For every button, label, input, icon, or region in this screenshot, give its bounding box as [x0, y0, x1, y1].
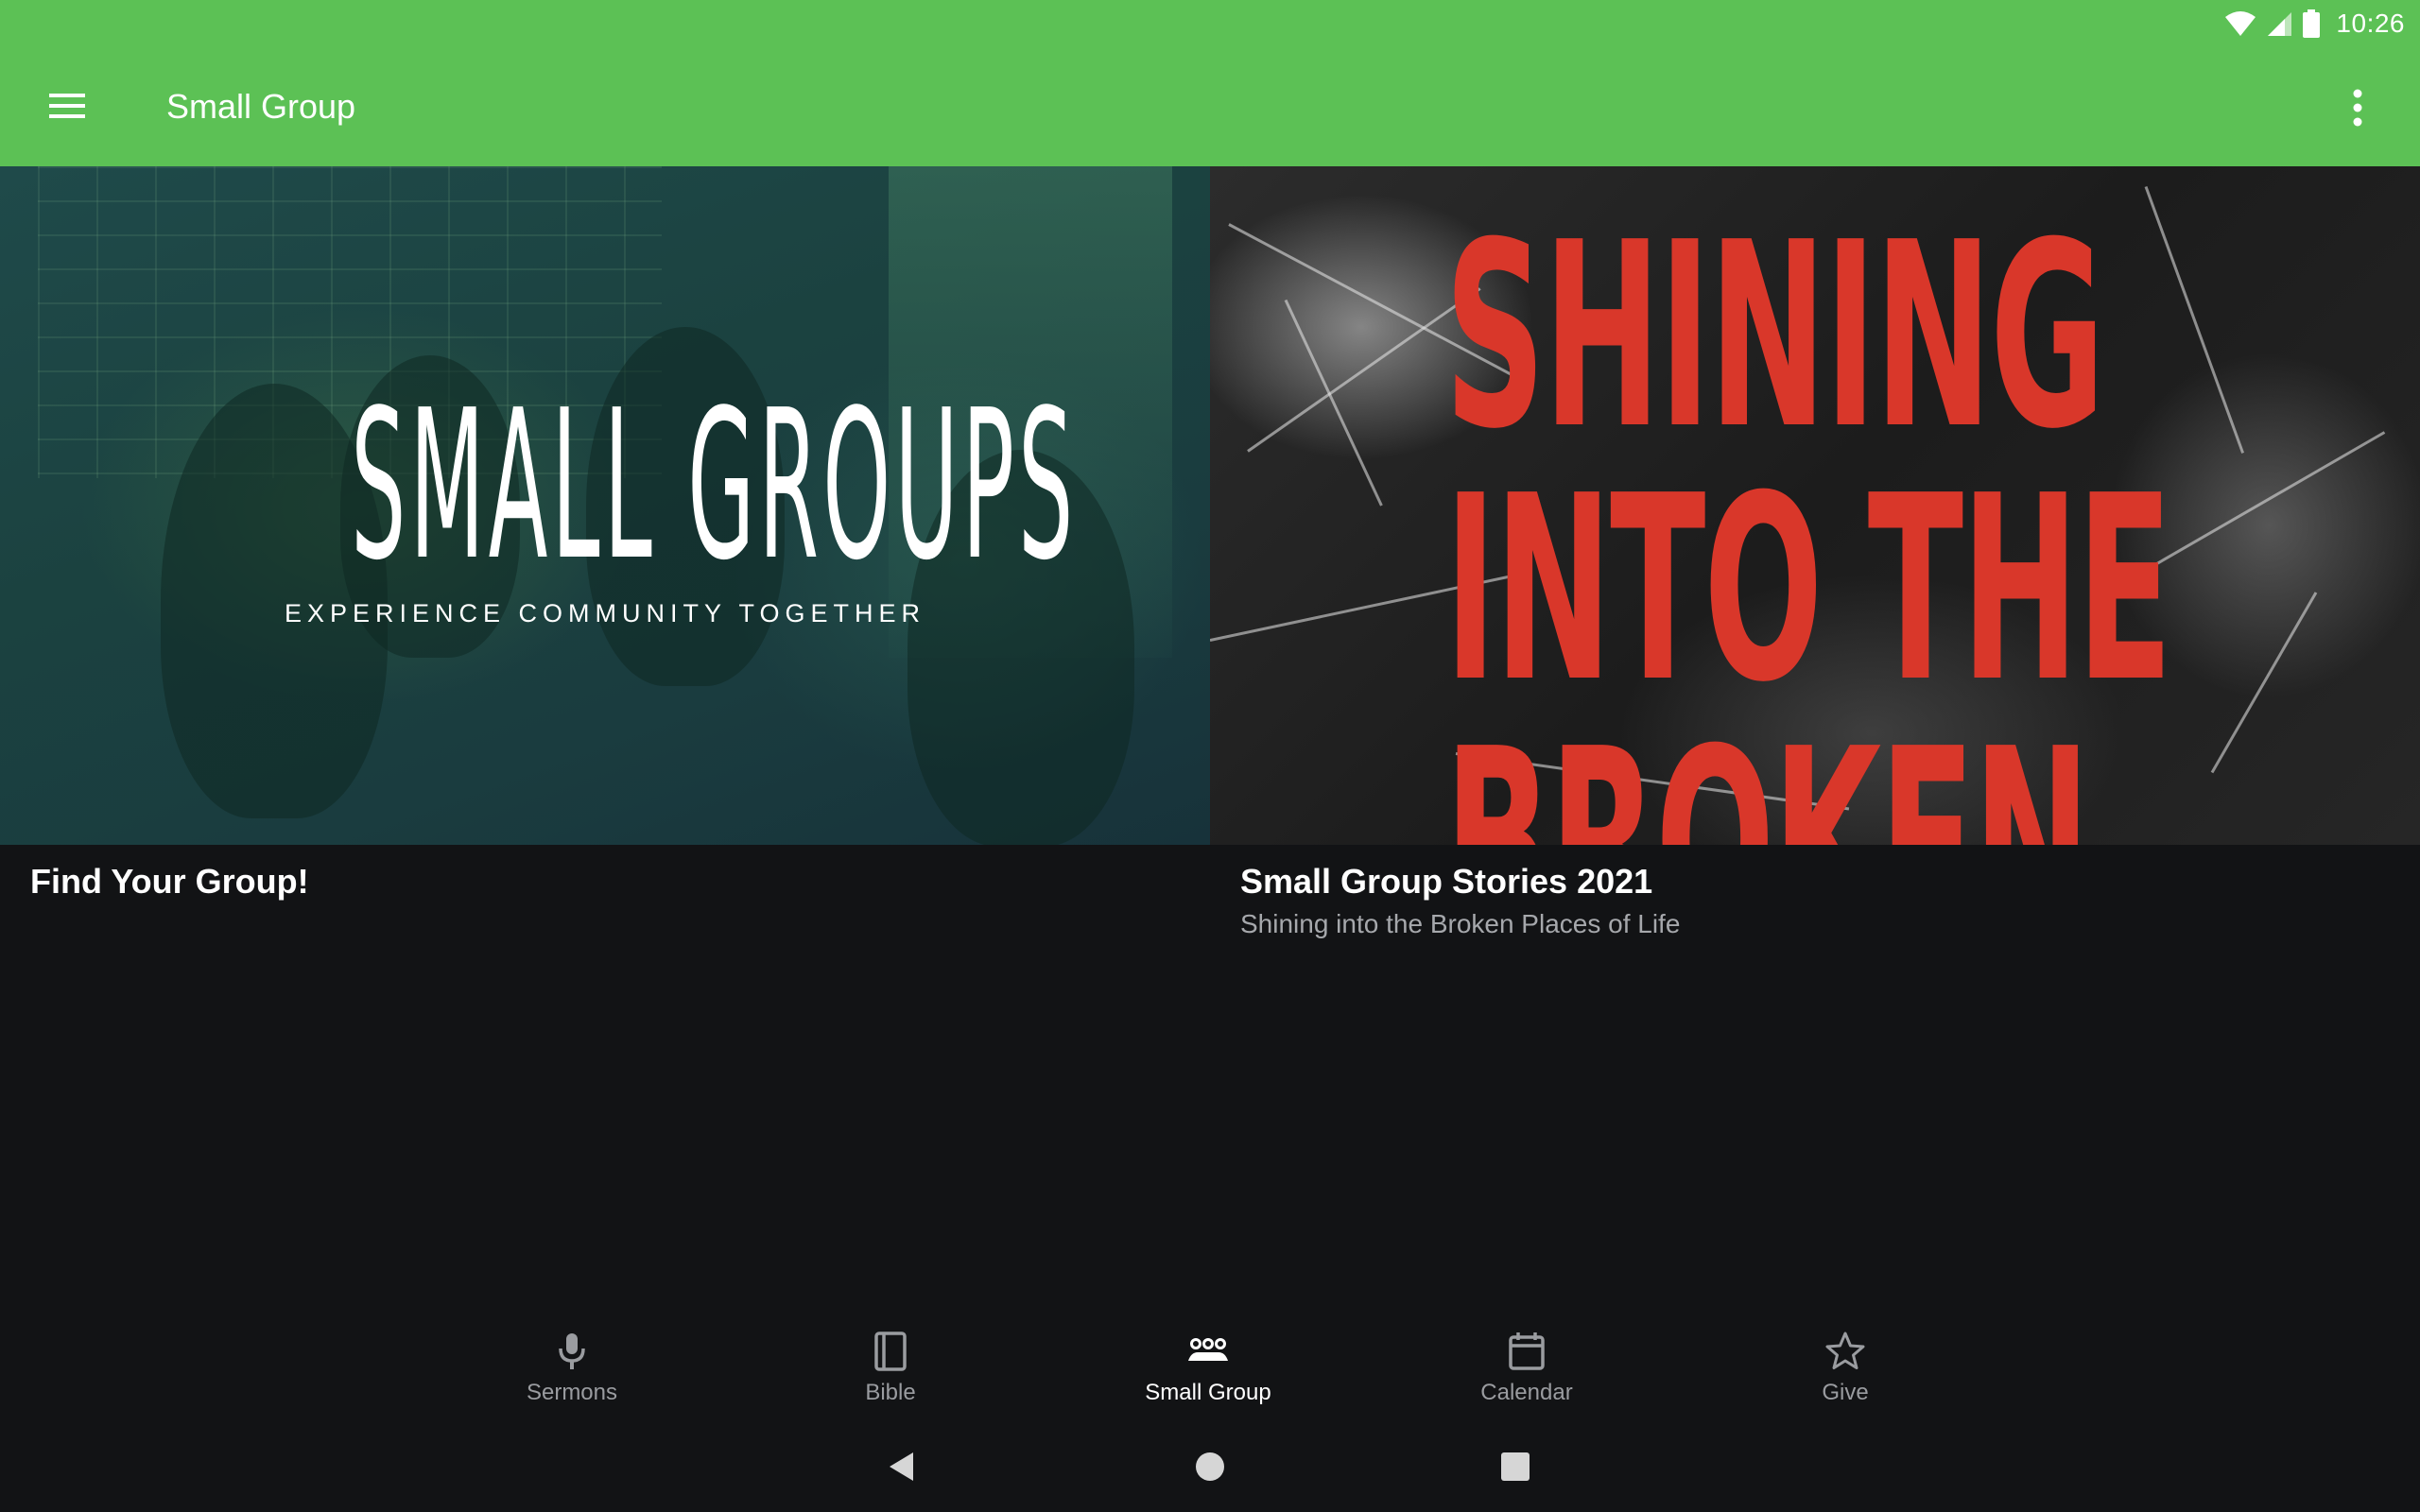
cell-signal-icon: [2268, 12, 2292, 36]
card-title: Small Group Stories 2021: [1240, 862, 1653, 901]
nav-label: Sermons: [526, 1380, 618, 1405]
small-groups-banner-image: SMALL GROUPS EXPERIENCE COMMUNITY TOGETH…: [0, 166, 1210, 845]
microphone-icon: [559, 1333, 585, 1369]
banner-headline-line: BROKEN: [1444, 694, 2091, 846]
banner-tagline: EXPERIENCE COMMUNITY TOGETHER: [284, 599, 926, 627]
nav-item-sermons[interactable]: Sermons: [477, 1308, 666, 1418]
book-icon: [874, 1332, 907, 1371]
app-bar: Small Group: [0, 47, 2420, 166]
recents-icon: [1501, 1452, 1530, 1481]
banner-headline: SHINING INTO THE BROKEN: [1444, 187, 2172, 846]
nav-item-bible[interactable]: Bible: [796, 1308, 985, 1418]
system-navigation-bar: [0, 1418, 2420, 1512]
hamburger-menu-icon: [49, 94, 85, 118]
card-subtitle: Shining into the Broken Places of Life: [1240, 909, 1681, 938]
glass-crack: [2210, 592, 2318, 774]
nav-item-give[interactable]: Give: [1751, 1308, 1940, 1418]
nav-label: Bible: [865, 1380, 916, 1405]
card-small-group-stories[interactable]: SHINING INTO THE BROKEN Small Group Stor…: [1210, 166, 2420, 938]
banner-headline-line: INTO THE: [1444, 440, 2172, 738]
page-title: Small Group: [166, 87, 356, 126]
nav-item-small-group[interactable]: Small Group: [1114, 1308, 1303, 1418]
wifi-icon: [2225, 11, 2256, 36]
banner-headline: SMALL GROUPS: [351, 367, 1078, 606]
nav-label: Give: [1822, 1380, 1869, 1405]
status-time: 10:26: [2336, 9, 2405, 38]
nav-label: Small Group: [1145, 1380, 1271, 1405]
recents-button[interactable]: [1489, 1440, 1542, 1493]
card-find-your-group[interactable]: SMALL GROUPS EXPERIENCE COMMUNITY TOGETH…: [0, 166, 1210, 901]
card-title: Find Your Group!: [30, 862, 309, 901]
star-icon: [1825, 1332, 1865, 1369]
calendar-icon: [1509, 1332, 1545, 1370]
group-icon: [1188, 1338, 1228, 1361]
banner-headline-line: SHINING: [1444, 187, 2105, 485]
home-button[interactable]: [1184, 1440, 1236, 1493]
shining-into-the-broken-banner-image: SHINING INTO THE BROKEN: [1210, 166, 2420, 845]
nav-item-calendar[interactable]: Calendar: [1432, 1308, 1621, 1418]
overflow-menu-button[interactable]: [2329, 79, 2386, 136]
back-icon: [890, 1452, 913, 1481]
status-bar: 10:26: [0, 0, 2420, 47]
home-icon: [1196, 1452, 1224, 1481]
nav-label: Calendar: [1480, 1380, 1573, 1405]
back-button[interactable]: [875, 1440, 928, 1493]
more-vert-icon: [2353, 89, 2362, 127]
glass-crack: [2154, 431, 2386, 566]
menu-button[interactable]: [30, 76, 106, 136]
glass-crack: [1284, 299, 1383, 507]
status-icons: 10:26: [2224, 0, 2405, 47]
bottom-navigation: Sermons Bible Small Group Calendar Give: [0, 1308, 2420, 1418]
battery-icon: [2303, 9, 2321, 38]
